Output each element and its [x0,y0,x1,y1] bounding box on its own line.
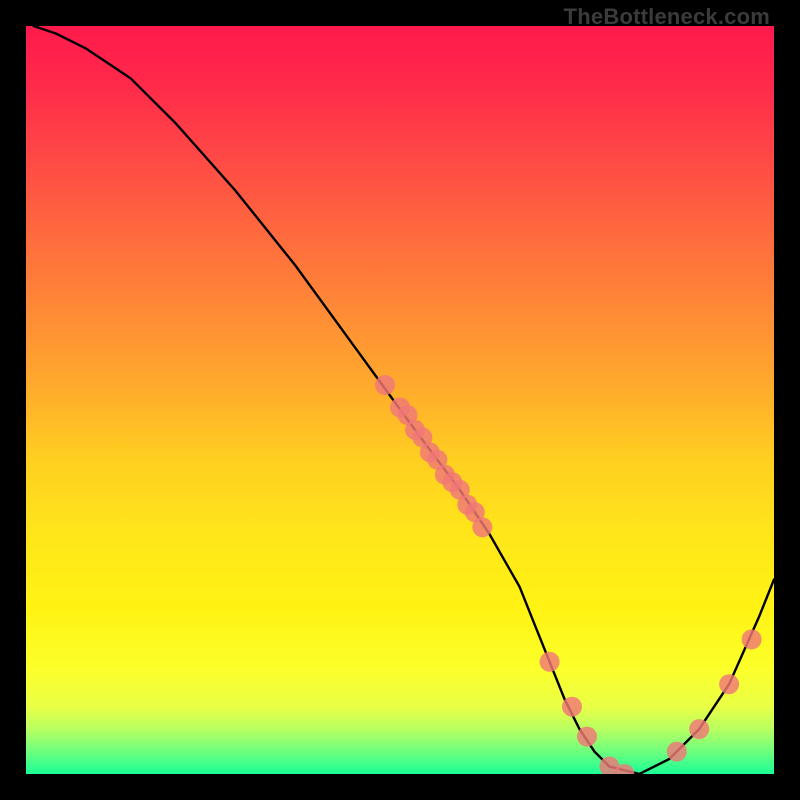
marker-dot [577,727,597,747]
marker-dot [719,674,739,694]
marker-dot [562,697,582,717]
marker-dot [742,629,762,649]
marker-dot [689,719,709,739]
marker-dot [472,517,492,537]
highlight-dots [375,375,762,774]
marker-dot [540,652,560,672]
marker-dot [375,375,395,395]
chart-plot-area [26,26,774,774]
marker-dot [667,742,687,762]
attribution-text: TheBottleneck.com [564,4,770,30]
curve-layer [26,26,774,774]
